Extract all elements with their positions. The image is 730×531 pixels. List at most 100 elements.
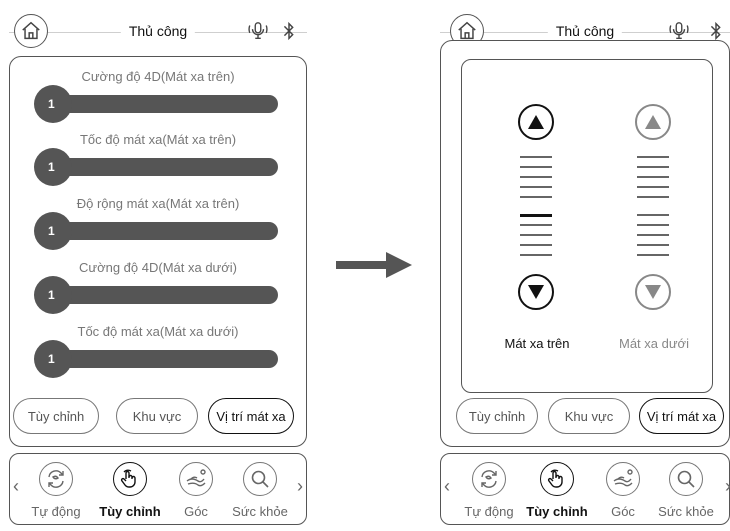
nav-next-arrow-icon[interactable]: › (725, 476, 730, 497)
settings-panel: Cường độ 4D(Mát xa trên) 1 Tốc độ mát xa… (9, 56, 307, 447)
slider-track[interactable]: 1 (34, 340, 278, 378)
level-tick (520, 166, 552, 168)
mode-massage-position-button[interactable]: Vị trí mát xa (639, 398, 724, 434)
slider-label: Cường độ 4D(Mát xa dưới) (78, 260, 237, 275)
voice-assistant-icon[interactable] (668, 20, 690, 42)
slider-speed-upper: Tốc độ mát xa(Mát xa trên) 1 (34, 132, 278, 186)
slider-label: Cường độ 4D(Mát xa trên) (81, 69, 235, 84)
slider-knob[interactable]: 1 (34, 212, 72, 250)
bluetooth-icon[interactable] (281, 20, 297, 42)
slider-label: Tốc độ mát xa(Mát xa dưới) (77, 324, 239, 339)
nav-item-health[interactable]: Sức khỏe (226, 462, 292, 522)
slider-knob[interactable]: 1 (34, 148, 72, 186)
slider-speed-lower: Tốc độ mát xa(Mát xa dưới) 1 (34, 324, 278, 378)
mode-area-button[interactable]: Khu vực (116, 398, 198, 434)
mode-selector: Tùy chỉnh Khu vực Vị trí mát xa (9, 398, 307, 436)
mode-custom-button[interactable]: Tùy chỉnh (13, 398, 99, 434)
slider-track[interactable]: 1 (34, 85, 278, 123)
position-control-box: Mát xa trên Mát xa dưới (461, 59, 713, 393)
settings-panel: Mát xa trên Mát xa dưới (440, 40, 730, 447)
level-tick-current (520, 214, 552, 217)
lower-massage-label: Mát xa dưới (619, 336, 689, 351)
level-tick (520, 234, 552, 236)
level-tick (637, 224, 669, 226)
bluetooth-icon[interactable] (708, 20, 724, 42)
nav-item-angle[interactable]: Góc (162, 462, 228, 522)
nav-item-custom[interactable]: Tùy chỉnh (96, 462, 162, 522)
massage-position-screen: Thủ công Mát xa trên Mát xa dưới Tùy chỉ… (440, 0, 730, 531)
search-health-icon (243, 462, 277, 496)
level-tick (637, 234, 669, 236)
lower-down-button[interactable] (635, 274, 671, 310)
slider-track[interactable]: 1 (34, 276, 278, 314)
slider-width-upper: Độ rộng mát xa(Mát xa trên) 1 (34, 196, 278, 250)
voice-assistant-icon[interactable] (247, 20, 269, 42)
upper-massage-label: Mát xa trên (504, 336, 570, 351)
auto-cycle-icon (472, 462, 506, 496)
home-button[interactable] (14, 14, 48, 48)
level-tick (637, 166, 669, 168)
auto-cycle-icon (39, 462, 73, 496)
nav-item-angle[interactable]: Góc (589, 462, 655, 522)
mode-custom-button[interactable]: Tùy chỉnh (456, 398, 538, 434)
nav-prev-arrow-icon[interactable]: ‹ (444, 476, 450, 497)
slider-track[interactable]: 1 (34, 212, 278, 250)
level-tick (637, 156, 669, 158)
slider-track[interactable]: 1 (34, 148, 278, 186)
triangle-up-icon (645, 115, 661, 129)
level-tick (520, 156, 552, 158)
level-tick (637, 214, 669, 216)
nav-item-health[interactable]: Sức khỏe (652, 462, 718, 522)
triangle-up-icon (528, 115, 544, 129)
search-health-icon (669, 462, 703, 496)
nav-label: Tùy chỉnh (526, 504, 588, 519)
upper-down-button[interactable] (518, 274, 554, 310)
nav-label: Tự động (464, 504, 514, 519)
transition-arrow-icon (336, 252, 412, 278)
level-tick (637, 244, 669, 246)
mode-area-button[interactable]: Khu vực (548, 398, 630, 434)
slider-knob[interactable]: 1 (34, 85, 72, 123)
nav-next-arrow-icon[interactable]: › (297, 476, 303, 497)
level-tick (637, 254, 669, 256)
nav-label: Góc (184, 504, 208, 519)
mode-massage-position-button[interactable]: Vị trí mát xa (208, 398, 294, 434)
level-tick (637, 176, 669, 178)
nav-item-custom[interactable]: Tùy chỉnh (523, 462, 589, 522)
triangle-down-icon (528, 285, 544, 299)
nav-prev-arrow-icon[interactable]: ‹ (13, 476, 19, 497)
bottom-nav: ‹ › Tự động Tùy chỉnh Góc Sức khỏe (9, 453, 307, 525)
level-tick (520, 244, 552, 246)
recline-angle-icon (606, 462, 640, 496)
page-title: Thủ công (120, 23, 196, 39)
triangle-down-icon (645, 285, 661, 299)
lower-massage-column: Mát xa dưới (619, 60, 689, 390)
level-tick (637, 196, 669, 198)
manual-sliders-screen: Thủ công Cường độ 4D(Mát xa trên) 1 Tốc … (9, 0, 307, 531)
level-tick (520, 186, 552, 188)
upper-up-button[interactable] (518, 104, 554, 140)
slider-knob[interactable]: 1 (34, 340, 72, 378)
slider-4d-intensity-upper: Cường độ 4D(Mát xa trên) 1 (34, 69, 278, 123)
nav-label: Sức khỏe (232, 504, 288, 519)
recline-angle-icon (179, 462, 213, 496)
slider-4d-intensity-lower: Cường độ 4D(Mát xa dưới) 1 (34, 260, 278, 314)
slider-label: Tốc độ mát xa(Mát xa trên) (79, 132, 237, 147)
nav-item-auto[interactable]: Tự động (22, 462, 88, 522)
lower-up-button[interactable] (635, 104, 671, 140)
level-tick (637, 186, 669, 188)
nav-label: Tùy chỉnh (99, 504, 161, 519)
level-tick (520, 254, 552, 256)
nav-label: Góc (611, 504, 635, 519)
header: Thủ công (9, 10, 307, 54)
slider-label: Độ rộng mát xa(Mát xa trên) (76, 196, 240, 211)
hand-touch-icon (540, 462, 574, 496)
nav-label: Tự động (31, 504, 81, 519)
nav-item-auto[interactable]: Tự động (455, 462, 521, 522)
mode-selector: Tùy chỉnh Khu vực Vị trí mát xa (440, 398, 730, 436)
level-tick (520, 196, 552, 198)
home-icon (458, 21, 476, 40)
level-tick (520, 224, 552, 226)
nav-label: Sức khỏe (658, 504, 714, 519)
slider-knob[interactable]: 1 (34, 276, 72, 314)
